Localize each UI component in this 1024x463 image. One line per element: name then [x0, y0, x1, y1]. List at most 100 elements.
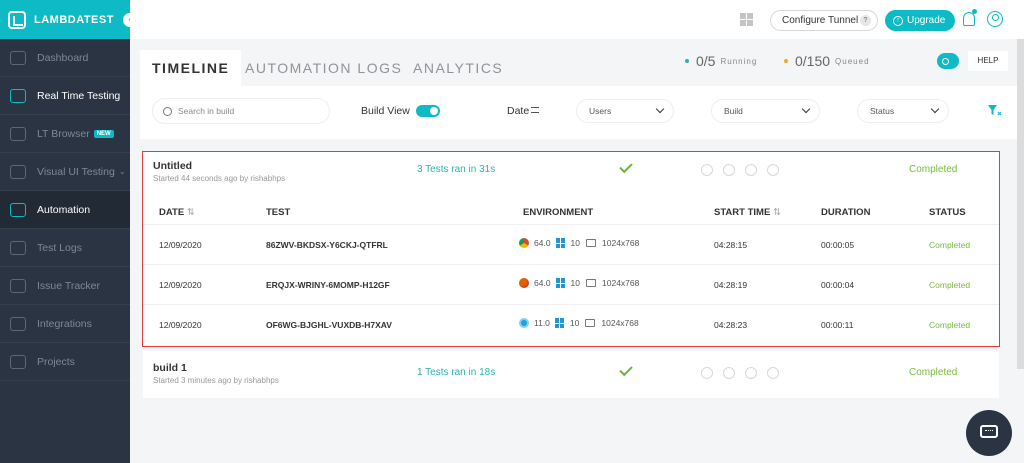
- running-value: 0/5: [696, 53, 716, 69]
- queued-value: 0/150: [795, 53, 831, 69]
- duration: 00:00:11: [821, 320, 854, 330]
- filter-bar: Build View Date Users Build Status: [140, 86, 1022, 139]
- timer-icon[interactable]: [745, 164, 757, 176]
- test-status: Completed: [929, 320, 971, 330]
- build-dropdown[interactable]: Build: [711, 99, 820, 123]
- sidebar-item-real-time-testing[interactable]: Real Time Testing: [0, 77, 130, 115]
- sort-icon[interactable]: [531, 107, 539, 113]
- sidebar-item-issue-tracker[interactable]: Issue Tracker: [0, 267, 130, 305]
- tests-ran-summary: 3 Tests ran in 31s: [417, 164, 496, 175]
- sidebar-item-visual-ui-testing[interactable]: Visual UI Testing ⌄: [0, 153, 130, 191]
- tab-automation-logs[interactable]: AUTOMATION LOGS: [245, 50, 402, 86]
- cube-icon: [10, 240, 26, 255]
- upgrade-label: Upgrade: [907, 15, 946, 26]
- eye-icon: [10, 164, 26, 179]
- column-header-date[interactable]: DATE ⇅: [159, 207, 195, 218]
- environment: 11.0 10 1024x768: [519, 318, 639, 328]
- os-version: 10: [570, 238, 581, 248]
- browser-version: 64.0: [534, 278, 551, 288]
- test-id[interactable]: 86ZWV-BKDSX-Y6CKJ-QTFRL: [266, 240, 388, 250]
- info-icon[interactable]: [723, 367, 735, 379]
- minus-circle-icon[interactable]: [767, 367, 779, 379]
- table-row[interactable]: 12/09/2020 OF6WG-BJGHL-VUXDB-H7XAV 11.0 …: [143, 304, 999, 344]
- clear-filter-icon[interactable]: [988, 105, 1002, 117]
- users-dropdown[interactable]: Users: [576, 99, 674, 123]
- windows-icon: [555, 238, 566, 248]
- resolution: 1024x768: [601, 318, 639, 328]
- table-row[interactable]: 12/09/2020 ERQJX-WRINY-6MOMP-H12GF 64.0 …: [143, 264, 999, 304]
- configure-tunnel-button[interactable]: Configure Tunnel ?: [770, 10, 878, 31]
- build-card[interactable]: build 1 Started 3 minutes ago by rishabh…: [143, 351, 999, 398]
- tab-timeline[interactable]: TIMELINE: [140, 50, 242, 86]
- running-dot: [685, 59, 689, 63]
- bell-icon[interactable]: [963, 12, 975, 26]
- chevron-down-icon: ⌄: [118, 167, 126, 176]
- build-card[interactable]: Untitled Started 44 seconds ago by risha…: [142, 151, 1000, 347]
- access-key-button[interactable]: [937, 53, 959, 69]
- date-sort-label[interactable]: Date: [507, 105, 529, 117]
- timer-icon[interactable]: [745, 367, 757, 379]
- column-header-test: TEST: [266, 207, 291, 218]
- tests-ran-summary: 1 Tests ran in 18s: [417, 367, 496, 378]
- logo-bar[interactable]: LAMBDATEST ‹: [0, 0, 138, 39]
- robot-icon: [10, 202, 26, 217]
- apps-grid-icon[interactable]: [740, 13, 753, 26]
- configure-tunnel-label: Configure Tunnel: [782, 15, 859, 26]
- table-row[interactable]: 12/09/2020 86ZWV-BKDSX-Y6CKJ-QTFRL 64.0 …: [143, 224, 999, 264]
- sidebar-item-lt-browser[interactable]: LT Browser NEW: [0, 115, 130, 153]
- stop-circle-icon[interactable]: [701, 367, 713, 379]
- search-input[interactable]: [178, 106, 318, 116]
- os-version: 10: [570, 278, 581, 288]
- search-box[interactable]: [152, 98, 330, 124]
- start-time: 04:28:15: [714, 240, 748, 250]
- info-icon[interactable]: [723, 164, 735, 176]
- sidebar-item-projects[interactable]: Projects: [0, 343, 130, 381]
- sidebar-item-label: Automation: [37, 203, 91, 216]
- minus-circle-icon[interactable]: [767, 164, 779, 176]
- column-header-start-time[interactable]: START TIME ⇅: [714, 207, 781, 218]
- column-header-environment: ENVIRONMENT: [523, 207, 594, 218]
- status-dropdown-label: Status: [870, 106, 895, 116]
- user-avatar-icon[interactable]: [987, 11, 1003, 27]
- build-subtitle: Started 3 minutes ago by rishabhps: [153, 376, 279, 385]
- sidebar-item-dashboard[interactable]: Dashboard: [0, 39, 130, 77]
- scrollbar[interactable]: [1017, 39, 1024, 369]
- build-subtitle: Started 44 seconds ago by rishabhps: [153, 174, 286, 183]
- sidebar-item-automation[interactable]: Automation: [0, 191, 130, 229]
- help-circle-icon[interactable]: ?: [860, 15, 871, 26]
- sidebar-item-label: Projects: [37, 355, 75, 368]
- test-id[interactable]: OF6WG-BJGHL-VUXDB-H7XAV: [266, 320, 392, 330]
- sidebar-item-test-logs[interactable]: Test Logs: [0, 229, 130, 267]
- chat-support-button[interactable]: [966, 410, 1012, 456]
- running-label: Running: [720, 56, 758, 66]
- brand-name: LAMBDATEST: [34, 13, 114, 26]
- upgrade-button[interactable]: ↑ Upgrade: [885, 10, 955, 31]
- users-dropdown-label: Users: [589, 106, 612, 116]
- sidebar-item-label: Dashboard: [37, 51, 89, 64]
- monitor-icon: [586, 279, 597, 287]
- sort-icon: ⇅: [772, 207, 781, 218]
- sidebar-item-label: Issue Tracker: [37, 279, 101, 292]
- resolution: 1024x768: [602, 278, 640, 288]
- monitor-icon: [586, 239, 597, 247]
- folder-icon: [10, 354, 26, 369]
- sidebar-item-integrations[interactable]: Integrations: [0, 305, 130, 343]
- browser-version: 64.0: [534, 238, 551, 248]
- sidebar-item-label: LT Browser: [37, 127, 90, 140]
- status-dropdown[interactable]: Status: [857, 99, 949, 123]
- tab-analytics[interactable]: ANALYTICS: [413, 50, 503, 86]
- help-button[interactable]: HELP: [968, 51, 1008, 71]
- check-icon: [619, 159, 633, 174]
- build-name[interactable]: Untitled: [153, 160, 192, 172]
- test-id[interactable]: ERQJX-WRINY-6MOMP-H12GF: [266, 280, 390, 290]
- lambdatest-logo-icon: [8, 10, 26, 29]
- stop-circle-icon[interactable]: [701, 164, 713, 176]
- build-view-toggle[interactable]: [416, 105, 440, 117]
- top-header: Configure Tunnel ? ↑ Upgrade: [130, 0, 1024, 39]
- speedometer-icon: [10, 50, 26, 65]
- build-name[interactable]: build 1: [153, 362, 187, 374]
- sidebar-item-label: Integrations: [37, 317, 92, 330]
- column-header-status: STATUS: [929, 207, 966, 218]
- sort-icon: ⇅: [186, 207, 195, 218]
- clock-icon: [10, 88, 26, 103]
